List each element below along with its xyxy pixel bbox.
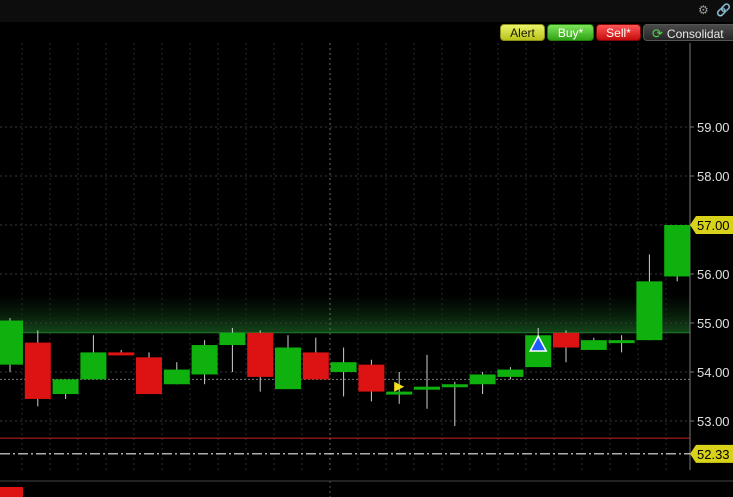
candle-body bbox=[136, 357, 162, 395]
candle-body bbox=[275, 347, 301, 390]
candle-body bbox=[441, 384, 468, 388]
buy-button[interactable]: Buy* bbox=[547, 24, 594, 41]
candle-body bbox=[80, 352, 107, 380]
candle-body bbox=[247, 332, 274, 377]
price-chart[interactable]: 59.00 58.00 56.00 55.00 54.00 53.00 57.00 52.33 bbox=[0, 0, 733, 497]
candle-body bbox=[580, 340, 607, 350]
candle-body bbox=[24, 342, 51, 399]
y-tick-label: 55.00 bbox=[697, 316, 730, 331]
candle-body bbox=[330, 362, 357, 372]
candle-body bbox=[191, 345, 218, 375]
reference-price-label: 52.33 bbox=[697, 447, 730, 462]
candle-body bbox=[636, 281, 663, 341]
resistance-band bbox=[0, 293, 690, 333]
alert-button[interactable]: Alert bbox=[500, 24, 545, 41]
volume-bar bbox=[0, 487, 23, 497]
candle-body bbox=[358, 364, 385, 392]
candle-body bbox=[414, 386, 440, 390]
candle-body bbox=[386, 391, 413, 395]
candle-body bbox=[608, 340, 635, 344]
candle-body bbox=[469, 374, 496, 385]
y-tick-label: 56.00 bbox=[697, 267, 730, 282]
candle-body bbox=[108, 352, 135, 356]
y-tick-label: 53.00 bbox=[697, 414, 730, 429]
candle-body bbox=[664, 225, 691, 277]
candle-body bbox=[302, 352, 329, 380]
candle-body bbox=[0, 320, 23, 365]
candle-body bbox=[497, 369, 524, 377]
candle-body bbox=[163, 369, 190, 385]
sell-button[interactable]: Sell* bbox=[596, 24, 641, 41]
y-tick-label: 54.00 bbox=[697, 365, 730, 380]
candle-body bbox=[553, 332, 579, 348]
consolidated-button[interactable]: ⟳ Consolidat bbox=[643, 24, 733, 41]
candle-body bbox=[219, 332, 246, 346]
last-price-label: 57.00 bbox=[697, 218, 730, 233]
candle-body bbox=[52, 379, 79, 395]
refresh-icon: ⟳ bbox=[652, 26, 663, 41]
consolidated-label: Consolidat bbox=[666, 27, 724, 41]
y-tick-label: 59.00 bbox=[697, 120, 730, 135]
y-tick-label: 58.00 bbox=[697, 169, 730, 184]
